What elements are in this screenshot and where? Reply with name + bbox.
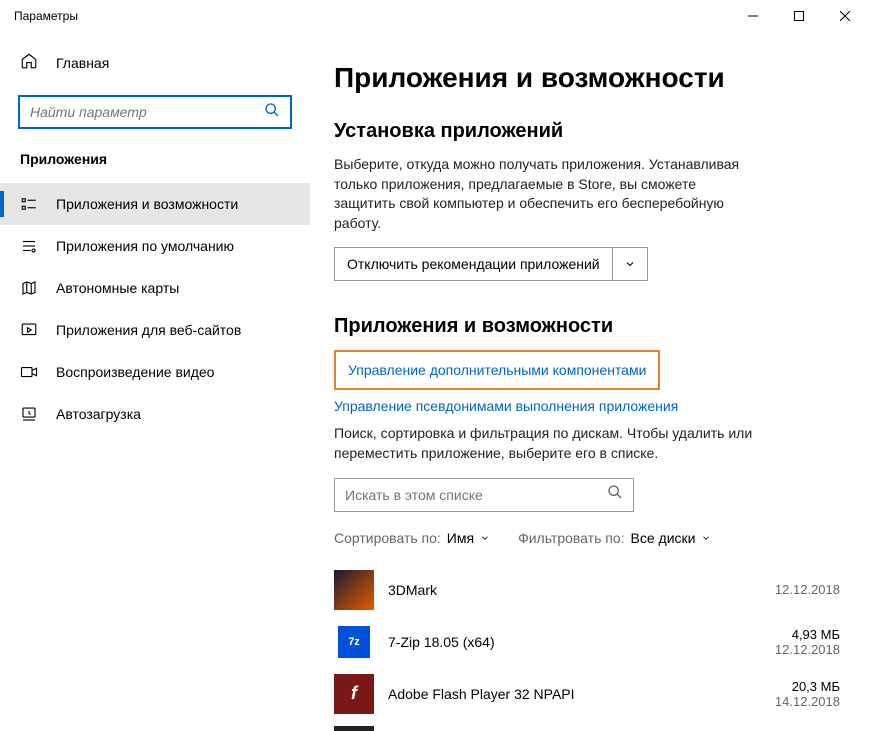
page-title: Приложения и возможности [334, 62, 840, 94]
filter-control[interactable]: Фильтровать по: Все диски [518, 530, 711, 546]
titlebar: Параметры [0, 0, 870, 32]
app-size: 20,3 МБ [750, 679, 840, 694]
sidebar-item-default-apps[interactable]: Приложения по умолчанию [0, 225, 310, 267]
sidebar-section: Приложения [0, 151, 310, 167]
sidebar-item-label: Приложения и возможности [56, 196, 238, 212]
sidebar-item-offline-maps[interactable]: Автономные карты [0, 267, 310, 309]
maximize-button[interactable] [776, 0, 822, 32]
main-content: Приложения и возможности Установка прило… [310, 32, 870, 731]
combo-value: Отключить рекомендации приложений [335, 248, 613, 280]
search-field[interactable] [30, 104, 264, 120]
app-size: 4,93 МБ [750, 627, 840, 642]
sidebar-item-label: Автономные карты [56, 280, 179, 296]
chevron-down-icon [613, 258, 647, 270]
app-icon: f [334, 674, 374, 714]
app-date: 12.12.2018 [750, 582, 840, 597]
sort-label: Сортировать по: [334, 530, 441, 546]
sidebar-item-label: Воспроизведение видео [56, 364, 214, 380]
app-name: Adobe Flash Player 32 NPAPI [388, 686, 736, 702]
app-icon [334, 570, 374, 610]
search-icon [264, 102, 280, 123]
app-row[interactable]: 3DMark 12.12.2018 [334, 564, 840, 616]
app-name: 3DMark [388, 582, 736, 598]
app-icon: 7z [334, 622, 374, 662]
chevron-down-icon [701, 530, 711, 546]
minimize-button[interactable] [730, 0, 776, 32]
sidebar-item-apps-features[interactable]: Приложения и возможности [0, 183, 310, 225]
home-icon [20, 52, 38, 73]
sidebar: Главная Приложения Приложения и возможно… [0, 32, 310, 731]
sidebar-item-label: Автозагрузка [56, 406, 141, 422]
home-label: Главная [56, 55, 109, 71]
filter-label: Фильтровать по: [518, 530, 624, 546]
app-search-input[interactable] [334, 478, 634, 512]
sidebar-item-label: Приложения по умолчанию [56, 238, 234, 254]
app-name: 7-Zip 18.05 (x64) [388, 634, 736, 650]
websites-icon [20, 321, 38, 339]
app-date: 12.12.2018 [750, 642, 840, 657]
maps-icon [20, 279, 38, 297]
app-row[interactable]: AIMP [334, 720, 840, 731]
app-search-field[interactable] [345, 487, 607, 503]
apps-icon [20, 195, 38, 213]
sidebar-item-apps-websites[interactable]: Приложения для веб-сайтов [0, 309, 310, 351]
sidebar-item-label: Приложения для веб-сайтов [56, 322, 241, 338]
startup-icon [20, 405, 38, 423]
filter-value: Все диски [631, 530, 696, 546]
apps-heading: Приложения и возможности [334, 315, 840, 338]
search-input[interactable] [18, 95, 292, 129]
defaults-icon [20, 237, 38, 255]
search-icon [607, 484, 623, 505]
sort-control[interactable]: Сортировать по: Имя [334, 530, 490, 546]
sidebar-item-video-playback[interactable]: Воспроизведение видео [0, 351, 310, 393]
app-row[interactable]: f Adobe Flash Player 32 NPAPI 20,3 МБ14.… [334, 668, 840, 720]
filter-description: Поиск, сортировка и фильтрация по дискам… [334, 424, 754, 463]
app-row[interactable]: 7z 7-Zip 18.05 (x64) 4,93 МБ12.12.2018 [334, 616, 840, 668]
link-optional-features[interactable]: Управление дополнительными компонентами [334, 350, 660, 390]
close-button[interactable] [822, 0, 868, 32]
chevron-down-icon [480, 530, 490, 546]
install-source-combo[interactable]: Отключить рекомендации приложений [334, 247, 648, 281]
sidebar-item-startup[interactable]: Автозагрузка [0, 393, 310, 435]
app-icon [334, 726, 374, 731]
sort-value: Имя [447, 530, 474, 546]
app-date: 14.12.2018 [750, 694, 840, 709]
install-heading: Установка приложений [334, 120, 840, 143]
install-description: Выберите, откуда можно получать приложен… [334, 155, 754, 233]
window-title: Параметры [14, 9, 730, 23]
video-icon [20, 363, 38, 381]
home-nav[interactable]: Главная [0, 52, 310, 73]
link-execution-aliases[interactable]: Управление псевдонимами выполнения прило… [334, 398, 840, 414]
